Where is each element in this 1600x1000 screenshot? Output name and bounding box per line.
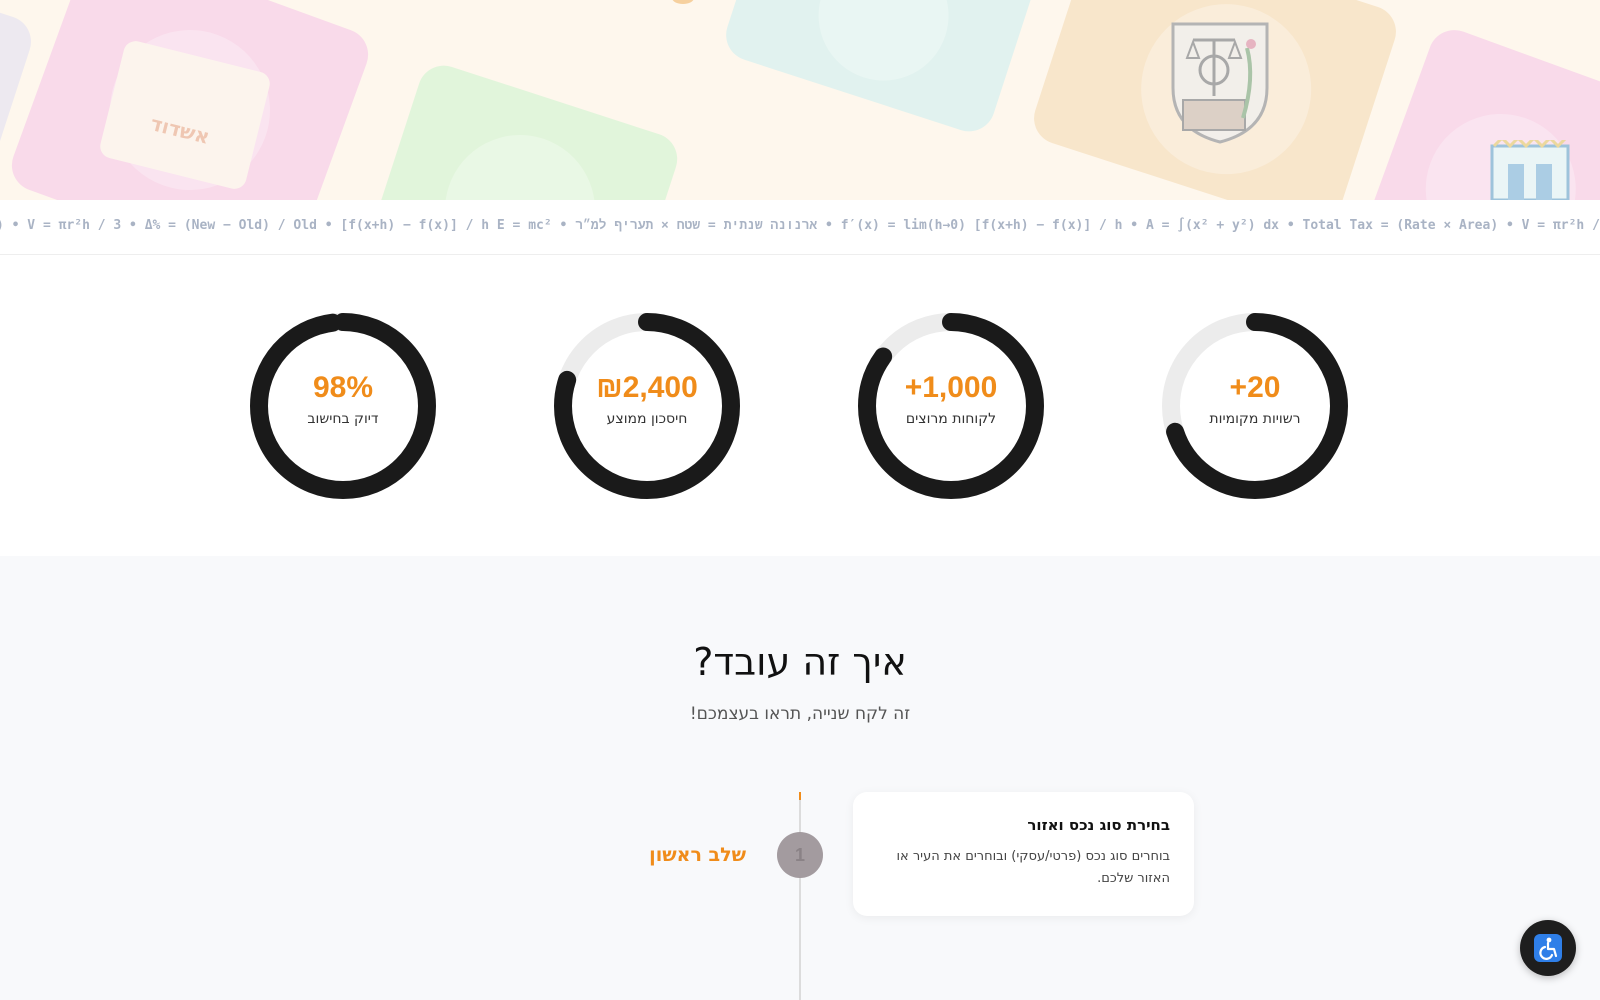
section-title: איך זה עובד? (693, 640, 907, 684)
how-it-works-section: איך זה עובד? זה לקח שנייה, תראו בעצמכם! … (0, 556, 1600, 1000)
stat-label: חיסכון ממוצע (606, 411, 688, 427)
step-card-title: בחירת סוג נכס ואזור (1027, 816, 1170, 834)
progress-ring (1162, 313, 1348, 499)
stat-customers: +1,000 לקוחות מרוצים (856, 311, 1046, 501)
progress-ring (554, 313, 740, 499)
step-card: בחירת סוג נכס ואזור בוחרים סוג נכס (פרטי… (853, 792, 1194, 916)
stat-municipalities: +20 רשויות מקומיות (1160, 311, 1350, 501)
accessibility-button[interactable] (1520, 920, 1576, 976)
stat-accuracy: 98% דיוק בחישוב (248, 311, 438, 501)
stat-value: 98% (312, 371, 374, 404)
stat-label: רשויות מקומיות (1209, 411, 1301, 427)
progress-ring (250, 313, 436, 499)
stat-value: +20 (1229, 371, 1281, 404)
stat-value: +1,000 (904, 371, 998, 404)
step-card-description: בוחרים סוג נכס (פרטי/עסקי) ובוחרים את הע… (896, 849, 1170, 886)
accessibility-icon (1534, 934, 1562, 962)
ticker-text: ) • V = πr²h / 3 • Δ% = (New − Old) / Ol… (0, 218, 1600, 233)
hero-overlay (0, 0, 1600, 200)
stat-savings: ₪2,400 חיסכון ממוצע (552, 311, 742, 501)
stat-label: לקוחות מרוצים (905, 411, 997, 427)
section-subtitle: זה לקח שנייה, תראו בעצמכם! (689, 704, 911, 724)
timeline-progress (799, 792, 801, 800)
formula-ticker: ) • V = πr²h / 3 • Δ% = (New − Old) / Ol… (0, 200, 1600, 255)
stats-section: +20 רשויות מקומיות +1,000 לקוחות מרוצים … (0, 256, 1600, 556)
hero-banner: אשדוד (0, 0, 1600, 200)
progress-ring (858, 313, 1044, 499)
timeline-line (799, 792, 801, 1000)
stat-value: ₪2,400 (596, 371, 698, 404)
stat-label: דיוק בחישוב (307, 411, 379, 427)
step-name: שלב ראשון (649, 844, 746, 866)
step-number-badge: 1 (777, 832, 823, 878)
